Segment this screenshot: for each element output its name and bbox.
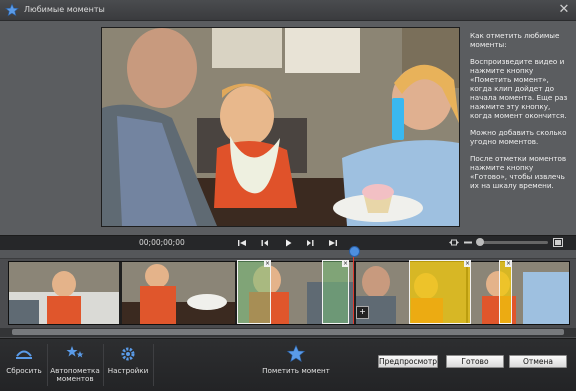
close-icon[interactable]: ✕ [556, 2, 572, 18]
cancel-button[interactable]: Отмена [509, 355, 567, 368]
playhead-handle[interactable] [349, 246, 360, 257]
remove-moment-icon[interactable]: × [342, 260, 349, 267]
help-paragraph: Воспроизведите видео и нажмите кнопку «П… [470, 57, 568, 120]
done-button[interactable]: Готово [446, 355, 504, 368]
bottom-toolbar: Сбросить Автопометка моментов Настройки … [0, 338, 576, 391]
moment-marker[interactable]: × [322, 260, 349, 324]
video-image [102, 28, 459, 226]
video-frame [101, 27, 460, 227]
timeline-ruler[interactable] [0, 250, 576, 259]
title-bar: Любимые моменты ✕ [0, 0, 576, 21]
fullscreen-icon[interactable] [553, 238, 563, 247]
zoom-slider-track[interactable] [480, 241, 548, 244]
step-back-icon[interactable] [259, 237, 271, 249]
help-paragraph: Можно добавить сколько угодно моментов. [470, 128, 567, 146]
timecode: 00;00;00;00 [139, 238, 185, 247]
toolbar-separator [153, 344, 154, 386]
fit-icon[interactable] [449, 238, 459, 247]
settings-label: Настройки [107, 366, 149, 375]
preview-area: Как отметить любимые моменты: Воспроизве… [0, 21, 576, 235]
gear-icon [121, 347, 135, 361]
clip-thumbnail [9, 262, 119, 324]
remove-moment-icon[interactable]: × [505, 260, 512, 267]
clip-thumbnail [122, 262, 235, 324]
playback-bar: 00;00;00;00 [0, 235, 576, 250]
zoom-out-icon[interactable] [463, 238, 473, 247]
play-icon[interactable] [282, 237, 294, 249]
go-to-end-icon[interactable] [327, 237, 339, 249]
step-forward-icon[interactable] [304, 237, 316, 249]
window-title: Любимые моменты [24, 5, 105, 14]
auto-mark-label: Автопометка моментов [50, 366, 100, 383]
clip-thumbnail [468, 262, 569, 324]
remove-moment-icon[interactable]: × [464, 260, 471, 267]
moment-marker[interactable]: × [499, 260, 512, 324]
auto-mark-button[interactable]: Автопометка моментов [50, 345, 100, 383]
star-icon [286, 345, 306, 363]
remove-moment-icon[interactable]: × [264, 260, 271, 267]
scrollbar-thumb[interactable] [12, 329, 564, 335]
reset-icon [16, 350, 32, 359]
star-app-icon [5, 3, 19, 17]
go-to-start-icon[interactable] [236, 237, 248, 249]
mark-moment-button[interactable]: Пометить момент [258, 345, 334, 375]
moment-marker[interactable]: × [237, 260, 271, 324]
reset-label: Сбросить [6, 366, 42, 375]
reset-button[interactable]: Сбросить [4, 345, 44, 375]
preview-button[interactable]: Предпросмотр [378, 355, 438, 368]
toolbar-separator [47, 344, 48, 386]
zoom-slider-handle[interactable] [476, 238, 484, 246]
toolbar-separator [103, 344, 104, 386]
mark-moment-label: Пометить момент [262, 366, 330, 375]
horizontal-scrollbar[interactable] [0, 328, 576, 337]
filmstrip[interactable] [8, 261, 570, 325]
playhead[interactable] [353, 250, 354, 324]
moment-marker[interactable]: × [409, 260, 471, 324]
help-paragraph: После отметки моментов нажмите кнопку «Г… [470, 154, 567, 190]
add-marker-icon[interactable]: + [356, 306, 369, 319]
help-heading: Как отметить любимые моменты: [470, 31, 560, 49]
settings-button[interactable]: Настройки [106, 345, 150, 375]
timeline: × × × × + [0, 246, 576, 338]
auto-mark-stars-icon [66, 346, 84, 358]
help-text: Как отметить любимые моменты: Воспроизве… [470, 31, 572, 198]
